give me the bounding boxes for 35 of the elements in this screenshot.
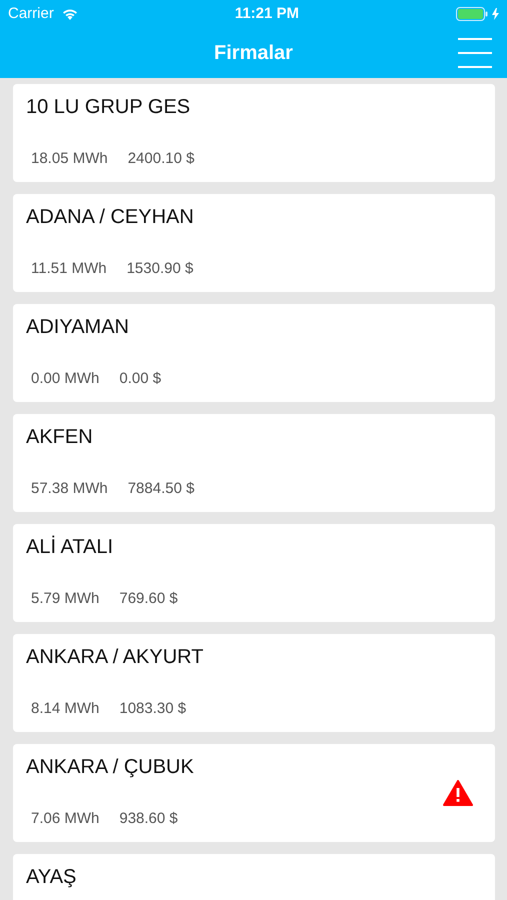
- company-card[interactable]: ALİ ATALI 5.79 MWh 769.60 $: [13, 524, 495, 622]
- wifi-icon: [62, 8, 78, 20]
- company-name: AYAŞ: [26, 865, 78, 890]
- amount-value: 938.60 $: [119, 808, 178, 828]
- company-name: 10 LU GRUP GES: [26, 95, 192, 120]
- energy-value: 8.14 MWh: [31, 698, 100, 718]
- battery-icon: [456, 7, 488, 21]
- energy-value: 11.51 MWh: [31, 258, 107, 278]
- company-card[interactable]: ADIYAMAN 0.00 MWh 0.00 $: [13, 304, 495, 402]
- company-name: ADANA / CEYHAN: [26, 205, 195, 230]
- energy-value: 7.06 MWh: [31, 808, 100, 828]
- amount-value: 769.60 $: [119, 588, 178, 608]
- screen-title: Firmalar: [214, 41, 293, 66]
- energy-value: 18.05 MWh: [31, 148, 108, 168]
- company-name: ADIYAMAN: [26, 315, 130, 340]
- amount-value: 2400.10 $: [128, 148, 194, 168]
- amount-value: 0.00 $: [119, 368, 162, 388]
- company-card[interactable]: 10 LU GRUP GES 18.05 MWh 2400.10 $: [13, 84, 495, 182]
- energy-value: 57.38 MWh: [31, 478, 108, 498]
- carrier-name: Carrier: [8, 4, 54, 24]
- energy-value: 5.79 MWh: [31, 588, 100, 608]
- company-card[interactable]: AKFEN 57.38 MWh 7884.50 $: [13, 414, 495, 512]
- company-card[interactable]: AYAŞ: [13, 854, 495, 900]
- amount-value: 1083.30 $: [119, 698, 186, 718]
- company-name: AKFEN: [26, 425, 94, 450]
- amount-value: 7884.50 $: [128, 478, 194, 498]
- company-card[interactable]: ANKARA / AKYURT 8.14 MWh 1083.30 $: [13, 634, 495, 732]
- energy-value: 0.00 MWh: [31, 368, 100, 388]
- company-card[interactable]: ADANA / CEYHAN 11.51 MWh 1530.90 $: [13, 194, 495, 292]
- amount-value: 1530.90 $: [126, 258, 194, 278]
- company-name: ANKARA / AKYURT: [26, 645, 204, 670]
- company-name: ANKARA / ÇUBUK: [26, 755, 195, 780]
- company-name: ALİ ATALI: [26, 534, 114, 560]
- clock-time: 11:21 PM: [234, 4, 300, 24]
- company-card[interactable]: ANKARA / ÇUBUK 7.06 MWh 938.60 $: [13, 744, 495, 842]
